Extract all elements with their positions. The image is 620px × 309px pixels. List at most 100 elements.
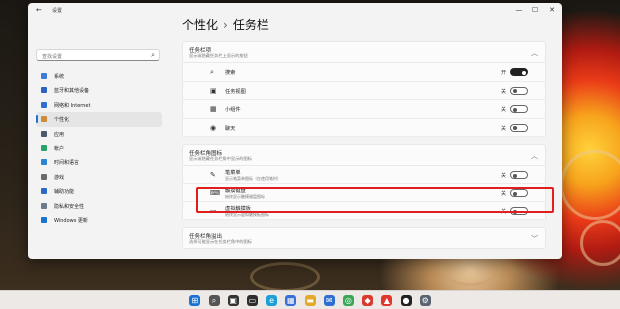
sidebar-item-label: 个性化 <box>54 117 70 124</box>
window-title: 设置 <box>52 8 63 14</box>
title-bar: ← 设置 — ☐ ✕ <box>28 3 562 17</box>
group-subtitle: 显示或隐藏任务栏上显示的按钮 <box>189 53 248 58</box>
start-icon[interactable]: ⊞ <box>189 295 201 306</box>
sidebar-item-label: 游戏 <box>54 174 65 181</box>
toggle-state-label: 关 <box>501 107 507 113</box>
settings-content: 任务栏项 显示或隐藏任务栏上显示的按钮 ︿ ⌕ 搜索开 ▣ 任务视图关 ▦ 小组件关 ◉ 聊天… <box>182 41 546 259</box>
sidebar-item[interactable]: 系统 <box>36 69 162 83</box>
group-subtitle: 选择可能显示在任务栏角中的图标 <box>189 239 252 244</box>
app-red2-icon[interactable]: ▲ <box>381 295 393 306</box>
accessibility-icon <box>41 188 47 195</box>
close-button[interactable]: ✕ <box>545 5 559 15</box>
wallpaper-swirl <box>250 262 320 290</box>
search-input[interactable]: 查找设置 ⌕ <box>36 49 160 61</box>
wallpaper-swirl <box>580 220 620 266</box>
toggle-state-label: 关 <box>501 125 507 132</box>
edge-icon[interactable]: e <box>266 295 278 306</box>
brush-icon <box>41 116 47 123</box>
setting-label: 搜索 <box>225 70 236 76</box>
sidebar-item-label: 隐私和安全性 <box>54 203 85 210</box>
maximize-button[interactable]: ☐ <box>528 5 542 15</box>
setting-description: 显示笔菜单图标（在使用笔时） <box>225 176 281 181</box>
toggle-state-label: 关 <box>501 173 507 179</box>
mail-icon[interactable]: ✉ <box>323 295 335 306</box>
toggle-state-label: 关 <box>501 88 507 95</box>
person-icon <box>41 144 47 151</box>
sidebar-item[interactable]: 时间和语言 <box>36 155 162 169</box>
wifi-icon <box>41 101 47 108</box>
apps-icon <box>41 130 47 137</box>
app-red-icon[interactable]: ◆ <box>362 295 374 306</box>
toggle-switch[interactable] <box>510 105 528 113</box>
highlight-box <box>196 187 554 213</box>
search-icon[interactable]: ⌕ <box>208 295 220 306</box>
chevron-down-icon: ﹀ <box>531 235 538 243</box>
setting-label: 聊天 <box>225 125 236 132</box>
toggle-switch[interactable] <box>510 86 528 95</box>
toggle-knob <box>513 173 517 178</box>
shield-icon <box>41 202 47 209</box>
bluetooth-icon <box>41 87 47 94</box>
setting-label: 笔菜单 <box>225 170 241 176</box>
sidebar-item[interactable]: 应用 <box>36 127 162 141</box>
setting-row: ◉ 聊天 关 <box>182 118 546 137</box>
sidebar-nav: 系统蓝牙和其他设备 网络和 Internet 个性化应用帐户时间和语言游戏辅助功能隐… <box>36 69 162 227</box>
sidebar-item-label: 帐户 <box>54 145 65 152</box>
setting-row: ▣ 任务视图 关 <box>182 81 546 100</box>
chevron-up-icon: ︿ <box>531 49 538 57</box>
toggle-switch[interactable] <box>510 68 528 76</box>
toggle-switch[interactable] <box>510 171 528 179</box>
sidebar-item[interactable]: 蓝牙和其他设备 <box>36 83 162 97</box>
toggle-switch[interactable] <box>510 123 528 132</box>
chrome-icon[interactable]: ◎ <box>342 295 354 306</box>
sidebar-item-label: Windows 更新 <box>54 217 88 224</box>
settings-icon[interactable]: ⚙ <box>419 295 431 306</box>
sidebar-item[interactable]: Windows 更新 <box>36 213 162 227</box>
breadcrumb-parent[interactable]: 个性化 <box>182 18 218 32</box>
chevron-up-icon: ︿ <box>531 152 538 160</box>
back-arrow-icon[interactable]: ← <box>36 6 42 14</box>
pen-icon: ✎ <box>210 171 216 179</box>
sidebar-item[interactable]: 隐私和安全性 <box>36 199 162 213</box>
sidebar-item[interactable]: 帐户 <box>36 141 162 155</box>
store-icon[interactable]: ▦ <box>285 295 297 306</box>
search-icon: ⌕ <box>151 51 155 59</box>
setting-row: ⌕ 搜索 开 <box>182 63 546 82</box>
sidebar-item-label: 蓝牙和其他设备 <box>54 88 90 95</box>
setting-row: ▦ 小组件 关 <box>182 100 546 119</box>
sidebar-item-label: 系统 <box>54 74 65 80</box>
sidebar-item[interactable]: 辅助功能 <box>36 184 162 198</box>
settings-window: ← 设置 — ☐ ✕ 查找设置 ⌕ 系统蓝牙和其他设备 网络和 Internet 个… <box>28 3 562 259</box>
sidebar-item-label: 时间和语言 <box>54 160 80 167</box>
sidebar-item-label: 网络和 Internet <box>54 102 91 109</box>
sidebar-item-label: 辅助功能 <box>54 189 75 196</box>
wallpaper-swirl <box>560 150 620 220</box>
toggle-state-label: 开 <box>501 70 507 76</box>
overflow-header[interactable]: 任务栏角溢出 选择可能显示在任务栏角中的图标 ﹀ <box>182 227 546 249</box>
setting-label: 任务视图 <box>225 88 246 95</box>
monitor-icon <box>41 73 47 79</box>
search-icon: ⌕ <box>210 68 214 76</box>
taskbar-items-list: ⌕ 搜索开 ▣ 任务视图关 ▦ 小组件关 ◉ 聊天关 <box>182 63 546 137</box>
toggle-knob <box>513 126 517 130</box>
sidebar-item[interactable]: 网络和 Internet <box>36 98 162 112</box>
toggle-knob <box>513 107 517 112</box>
corner-icons-header[interactable]: 任务栏角图标 显示或隐藏任务栏角中显示的图标 ︿ <box>182 144 546 166</box>
toggle-knob <box>513 89 517 93</box>
game-icon <box>41 173 47 180</box>
breadcrumb-separator: › <box>223 18 228 32</box>
setting-label: 小组件 <box>225 107 241 113</box>
app-dark-icon[interactable]: ● <box>400 295 412 306</box>
task-view-icon[interactable]: ▣ <box>227 295 239 306</box>
terminal-icon[interactable]: ▭ <box>246 295 258 306</box>
sidebar-item[interactable]: 游戏 <box>36 170 162 184</box>
toggle-knob <box>522 70 526 75</box>
setting-row: ✎ 笔菜单 显示笔菜单图标（在使用笔时） 关 <box>182 166 546 184</box>
minimize-button[interactable]: — <box>512 5 526 15</box>
search-placeholder: 查找设置 <box>42 54 63 60</box>
explorer-icon[interactable]: ▬ <box>304 295 316 306</box>
group-subtitle: 显示或隐藏任务栏角中显示的图标 <box>189 156 252 161</box>
sidebar-item[interactable]: 个性化 <box>36 112 162 127</box>
clock-icon <box>41 159 47 166</box>
taskbar-items-header[interactable]: 任务栏项 显示或隐藏任务栏上显示的按钮 ︿ <box>182 41 546 63</box>
